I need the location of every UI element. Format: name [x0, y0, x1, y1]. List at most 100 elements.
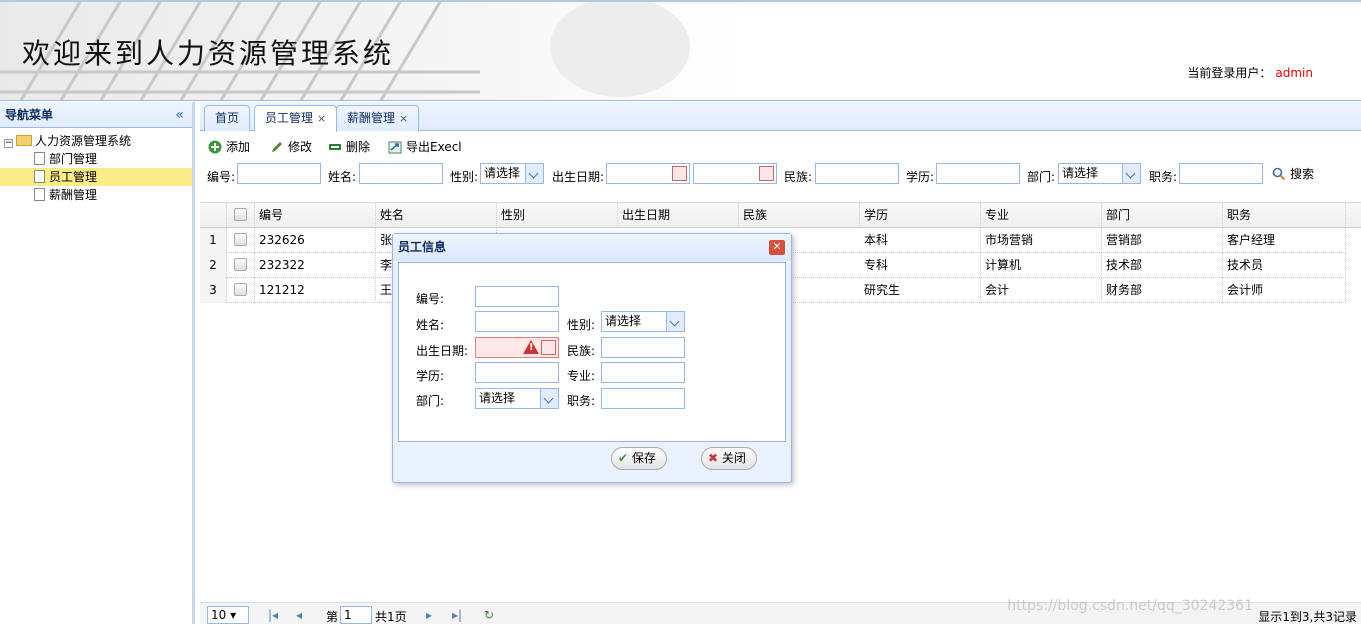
collapse-icon[interactable]: « [175, 102, 184, 128]
delete-button[interactable]: 删除 [328, 138, 370, 156]
tab-employee[interactable]: 员工管理 × [254, 105, 338, 132]
sidebar-item-department[interactable]: 部门管理 [0, 150, 192, 168]
sidebar-item-salary[interactable]: 薪酬管理 [0, 186, 192, 204]
cell-job: 技术员 [1223, 253, 1346, 278]
nav-title: 导航菜单 [5, 108, 54, 122]
row-checkbox-cell [227, 278, 255, 303]
calendar-icon[interactable] [541, 340, 556, 355]
page-size-select[interactable]: 10 ▾ [207, 606, 249, 624]
cell-id: 232322 [255, 253, 376, 278]
page-summary: 显示1到3,共3记录 [1258, 610, 1357, 624]
export-button[interactable]: 导出Execl [388, 138, 462, 156]
add-icon [208, 140, 222, 154]
page-size-value: 10 [211, 608, 227, 622]
column-header[interactable]: 部门 [1102, 203, 1223, 228]
column-header[interactable]: 职务 [1223, 203, 1346, 228]
dialog-job-input[interactable] [601, 388, 685, 409]
column-header[interactable]: 编号 [255, 203, 376, 228]
chevron-down-icon[interactable] [666, 312, 684, 331]
current-user-label: 当前登录用户： [1187, 66, 1272, 80]
search-birth-end-input[interactable] [693, 163, 777, 184]
search-button[interactable]: 搜索 [1272, 165, 1314, 183]
last-page-icon[interactable]: ▸| [452, 608, 462, 622]
close-button[interactable]: ✖ 关闭 [701, 447, 757, 470]
file-icon [34, 170, 45, 183]
row-checkbox[interactable] [234, 233, 247, 246]
tab-home[interactable]: 首页 [204, 105, 251, 131]
dialog-edu-input[interactable] [475, 362, 559, 383]
chevron-down-icon[interactable] [540, 389, 558, 408]
tab-close-icon[interactable]: × [317, 112, 326, 125]
search-id-input[interactable] [237, 163, 321, 184]
cell-major: 市场营销 [981, 228, 1102, 253]
tab-close-icon[interactable]: × [399, 112, 408, 125]
row-checkbox-cell [227, 228, 255, 253]
dialog-birth-input[interactable] [475, 337, 559, 358]
column-header[interactable]: 民族 [739, 203, 860, 228]
page-title: 欢迎来到人力资源管理系统 [22, 37, 395, 70]
chevron-down-icon[interactable] [1122, 164, 1140, 183]
row-number: 1 [200, 228, 227, 253]
dialog-name-input[interactable] [475, 311, 559, 332]
save-button[interactable]: ✔ 保存 [611, 447, 667, 470]
dialog-major-input[interactable] [601, 362, 685, 383]
page-number-value: 1 [344, 608, 352, 622]
first-page-icon[interactable]: |◂ [268, 608, 278, 622]
dialog-nation-input[interactable] [601, 337, 685, 358]
next-page-icon[interactable]: ▸ [426, 608, 432, 622]
tab-salary[interactable]: 薪酬管理 × [336, 105, 420, 131]
chevron-down-icon[interactable] [525, 164, 543, 183]
page-number-input[interactable]: 1 [340, 606, 372, 624]
search-name-input[interactable] [359, 163, 443, 184]
dialog-dept-select[interactable]: 请选择 [475, 388, 559, 409]
tree-root-label: 人力资源管理系统 [35, 134, 132, 148]
header-checkbox-cell [227, 203, 255, 228]
search-id-label: 编号: [207, 170, 236, 184]
cell-dept: 营销部 [1102, 228, 1223, 253]
column-header[interactable]: 性别 [497, 203, 618, 228]
column-header[interactable]: 专业 [981, 203, 1102, 228]
search-gender-select[interactable]: 请选择 [480, 163, 544, 184]
dialog-gender-select[interactable]: 请选择 [601, 311, 685, 332]
nav-header: 导航菜单 « [0, 102, 192, 128]
refresh-icon[interactable]: ↻ [484, 608, 494, 622]
close-icon[interactable]: ✕ [769, 240, 785, 255]
row-checkbox[interactable] [234, 258, 247, 271]
row-checkbox[interactable] [234, 283, 247, 296]
tree-collapse-icon[interactable]: − [4, 139, 13, 148]
dialog-major-label: 专业: [567, 369, 596, 383]
search-nation-label: 民族: [784, 170, 813, 184]
search-dept-label: 部门: [1027, 170, 1056, 184]
dialog-id-input[interactable] [475, 286, 559, 307]
cell-edu: 研究生 [860, 278, 981, 303]
search-birth-start-input[interactable] [606, 163, 690, 184]
search-edu-input[interactable] [936, 163, 1020, 184]
sidebar-item-label: 部门管理 [49, 152, 98, 166]
cell-edu: 专科 [860, 253, 981, 278]
calendar-icon[interactable] [759, 166, 774, 181]
prev-page-icon[interactable]: ◂ [296, 608, 302, 622]
dialog-edu-label: 学历: [416, 369, 445, 383]
dialog-gender-label: 性别: [567, 318, 596, 332]
column-header[interactable]: 出生日期 [618, 203, 739, 228]
search-dept-select[interactable]: 请选择 [1058, 163, 1141, 184]
tab-label: 首页 [215, 111, 240, 125]
search-button-label: 搜索 [1290, 167, 1315, 181]
tab-bar: 首页 员工管理 × 薪酬管理 × [200, 102, 1361, 132]
page-prefix: 第 [326, 610, 339, 624]
edit-button[interactable]: 修改 [270, 138, 312, 156]
column-header[interactable]: 学历 [860, 203, 981, 228]
calendar-icon[interactable] [672, 166, 687, 181]
sidebar-item-employee[interactable]: 员工管理 [0, 168, 192, 186]
search-name-label: 姓名: [328, 170, 357, 184]
search-job-input[interactable] [1179, 163, 1263, 184]
search-nation-input[interactable] [815, 163, 899, 184]
save-label: 保存 [631, 451, 656, 465]
column-header[interactable]: 姓名 [376, 203, 497, 228]
current-user: 当前登录用户： admin [1187, 64, 1313, 81]
current-user-name[interactable]: admin [1275, 66, 1313, 80]
dialog-nation-label: 民族: [567, 344, 596, 358]
tree-root[interactable]: − 人力资源管理系统 [0, 132, 192, 150]
select-all-checkbox[interactable] [234, 208, 247, 221]
add-button[interactable]: 添加 [208, 138, 250, 156]
